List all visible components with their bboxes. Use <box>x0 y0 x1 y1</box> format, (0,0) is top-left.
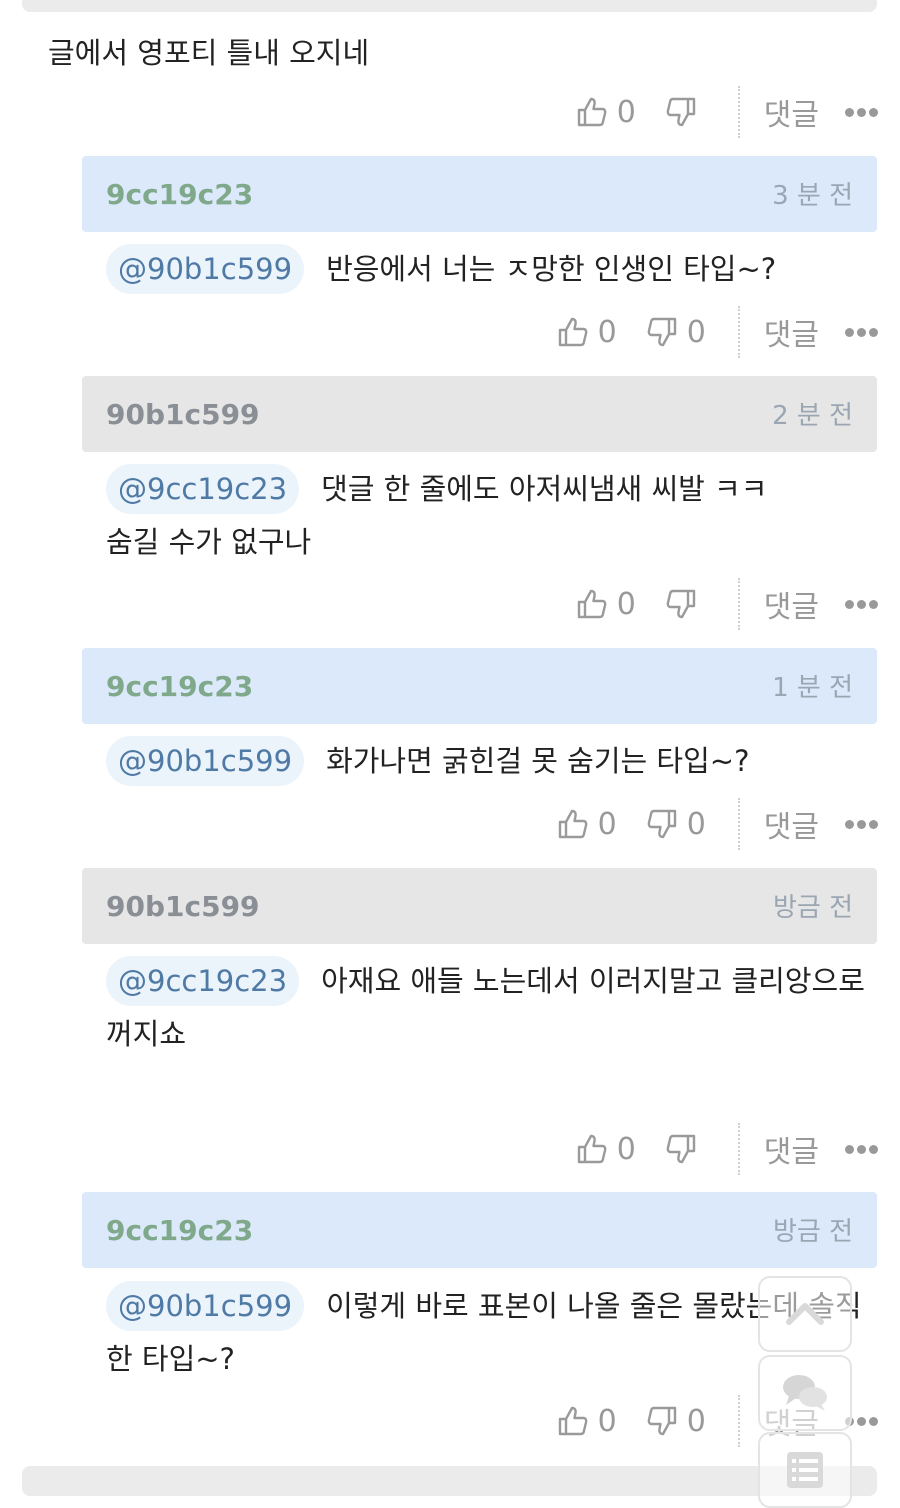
mention-tag[interactable]: @9cc19c23 <box>106 464 300 514</box>
reply-time: 방금 전 <box>772 893 853 923</box>
dislike-button[interactable]: 0 <box>645 1404 706 1439</box>
comment-actions: 0 0 댓글 <box>556 798 878 850</box>
more-options-icon[interactable] <box>845 819 878 829</box>
dislike-button[interactable]: 0 <box>645 807 706 842</box>
reply-body: @90b1c599 화가나면 굵힌걸 못 숨기는 타입~? <box>106 735 876 788</box>
like-count: 0 <box>616 94 636 130</box>
dislike-count: 0 <box>686 314 706 350</box>
mention-tag[interactable]: @90b1c599 <box>106 244 305 294</box>
reply-button[interactable]: 댓글 <box>764 310 819 354</box>
comment-actions: 0 0 댓글 <box>556 306 878 358</box>
thumbs-down-icon <box>664 1132 698 1166</box>
reply-header: 9cc19c23 방금 전 <box>82 1192 877 1268</box>
next-comment-bar <box>22 1466 877 1496</box>
mention-tag[interactable]: @90b1c599 <box>106 1281 305 1331</box>
list-button[interactable] <box>758 1432 852 1508</box>
thumbs-up-icon <box>575 587 609 621</box>
list-icon <box>787 1452 823 1488</box>
reply-header: 90b1c599 2 분 전 <box>82 376 877 452</box>
divider <box>737 1123 740 1175</box>
scroll-top-button[interactable] <box>758 1276 852 1352</box>
reply-header: 90b1c599 방금 전 <box>82 868 877 944</box>
dislike-button[interactable] <box>664 1132 706 1166</box>
reply-time: 방금 전 <box>772 1217 853 1247</box>
divider <box>737 86 740 138</box>
thumbs-down-icon <box>664 587 698 621</box>
dislike-count: 0 <box>686 806 706 842</box>
more-options-icon[interactable] <box>845 107 878 117</box>
divider <box>737 578 740 630</box>
like-button[interactable]: 0 <box>556 315 617 350</box>
like-count: 0 <box>616 1131 636 1167</box>
like-button[interactable]: 0 <box>575 95 636 130</box>
more-options-icon[interactable] <box>845 599 878 609</box>
reply-text: 반응에서 너는 ㅈ망한 인생인 타입~? <box>326 252 777 286</box>
like-button[interactable]: 0 <box>556 1404 617 1439</box>
thumbs-down-icon <box>645 315 679 349</box>
chat-bubbles-icon <box>783 1375 827 1411</box>
reply-time: 1 분 전 <box>772 673 853 703</box>
comment-text: 글에서 영포티 틀내 오지네 <box>48 36 370 70</box>
dislike-button[interactable] <box>664 95 706 129</box>
thumbs-down-icon <box>645 1404 679 1438</box>
reply-author[interactable]: 9cc19c23 <box>106 670 253 703</box>
reply-author[interactable]: 90b1c599 <box>106 890 260 923</box>
reply-body: @90b1c599 반응에서 너는 ㅈ망한 인생인 타입~? <box>106 243 876 296</box>
more-options-icon[interactable] <box>845 327 878 337</box>
more-options-icon[interactable] <box>845 1144 878 1154</box>
thumbs-up-icon <box>575 95 609 129</box>
reply-button[interactable]: 댓글 <box>764 90 819 134</box>
chevron-up-icon <box>786 1303 824 1325</box>
divider <box>737 1395 740 1447</box>
dislike-button[interactable]: 0 <box>645 315 706 350</box>
like-button[interactable]: 0 <box>575 587 636 622</box>
like-count: 0 <box>597 806 617 842</box>
thumbs-down-icon <box>645 807 679 841</box>
reply-body: @9cc19c23 아재요 애들 노는데서 이러지말고 클리앙으로 꺼지쇼 <box>106 955 876 1061</box>
reply-button[interactable]: 댓글 <box>764 802 819 846</box>
reply-text: 화가나면 굵힌걸 못 숨기는 타입~? <box>326 744 750 778</box>
thumbs-up-icon <box>556 1404 590 1438</box>
reply-button[interactable]: 댓글 <box>764 582 819 626</box>
thumbs-up-icon <box>556 807 590 841</box>
reply-body: @9cc19c23 댓글 한 줄에도 아저씨냄새 씨발 ㅋㅋ 숨길 수가 없구나 <box>106 463 796 569</box>
reply-time: 2 분 전 <box>772 401 853 431</box>
reply-header: 9cc19c23 1 분 전 <box>82 648 877 724</box>
thumbs-up-icon <box>556 315 590 349</box>
like-button[interactable]: 0 <box>556 807 617 842</box>
reply-author[interactable]: 90b1c599 <box>106 398 260 431</box>
divider <box>737 306 740 358</box>
mention-tag[interactable]: @9cc19c23 <box>106 956 300 1006</box>
thumbs-down-icon <box>664 95 698 129</box>
comments-button[interactable] <box>758 1355 852 1431</box>
reply-time: 3 분 전 <box>772 181 853 211</box>
divider <box>737 798 740 850</box>
like-button[interactable]: 0 <box>575 1132 636 1167</box>
comment-actions: 0 댓글 <box>575 1123 878 1175</box>
mention-tag[interactable]: @90b1c599 <box>106 736 305 786</box>
reply-header: 9cc19c23 3 분 전 <box>82 156 877 232</box>
comment-actions: 0 댓글 <box>575 86 878 138</box>
comment-actions: 0 댓글 <box>575 578 878 630</box>
reply-author[interactable]: 9cc19c23 <box>106 1214 253 1247</box>
like-count: 0 <box>597 1403 617 1439</box>
reply-button[interactable]: 댓글 <box>764 1127 819 1171</box>
reply-author[interactable]: 9cc19c23 <box>106 178 253 211</box>
dislike-button[interactable] <box>664 587 706 621</box>
like-count: 0 <box>616 586 636 622</box>
dislike-count: 0 <box>686 1403 706 1439</box>
previous-comment-bar <box>22 0 877 12</box>
like-count: 0 <box>597 314 617 350</box>
thumbs-up-icon <box>575 1132 609 1166</box>
